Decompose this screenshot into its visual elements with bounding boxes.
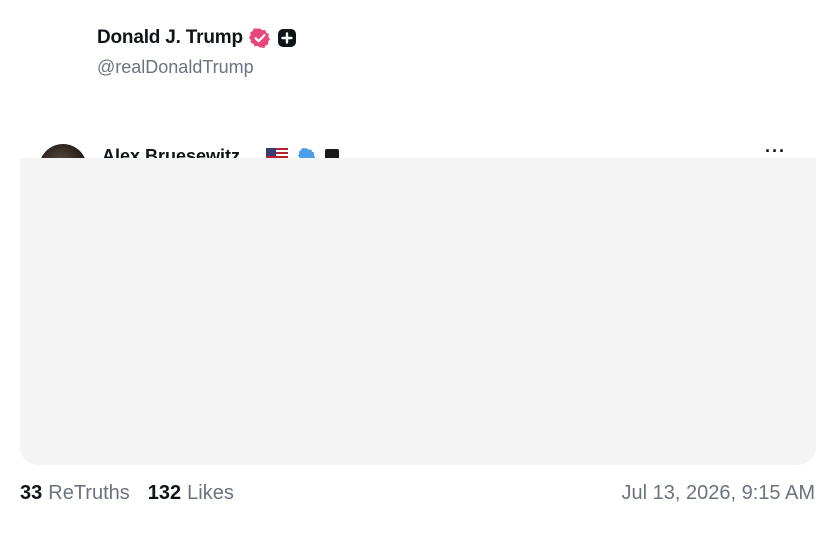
quoted-post[interactable]: Alex Bruesewitz ···: [20, 140, 816, 465]
author-row: Donald J. Trump: [97, 24, 297, 52]
quoted-badge-square-icon: [325, 149, 339, 158]
retruths-count: 33: [20, 482, 43, 504]
quoted-author-name[interactable]: Alex Bruesewitz: [102, 146, 240, 158]
likes-count: 132: [147, 482, 182, 504]
post-timestamp[interactable]: Jul 13, 2026, 9:15 AM: [622, 482, 815, 505]
retruths-stat[interactable]: 33 ReTruths: [20, 482, 130, 505]
us-flag-icon: [266, 148, 288, 158]
likes-label: Likes: [187, 482, 234, 504]
likes-stat[interactable]: 132 Likes: [148, 482, 234, 505]
retruths-label: ReTruths: [48, 482, 130, 504]
verified-badge-icon: [248, 27, 271, 49]
quoted-verified-badge-icon: [298, 147, 316, 158]
plus-badge-icon: [277, 28, 297, 48]
post-stats: 33 ReTruths 132 Likes: [20, 482, 252, 505]
author-display-name[interactable]: Donald J. Trump: [97, 27, 243, 49]
quoted-author-avatar[interactable]: [39, 144, 87, 158]
quoted-post-header: Alex Bruesewitz ···: [20, 140, 816, 158]
author-handle[interactable]: @realDonaldTrump: [97, 57, 297, 78]
quoted-media-card[interactable]: [20, 158, 816, 465]
more-options-button[interactable]: ···: [765, 142, 786, 158]
post-header: Donald J. Trump @realDonaldTrump: [97, 24, 297, 78]
